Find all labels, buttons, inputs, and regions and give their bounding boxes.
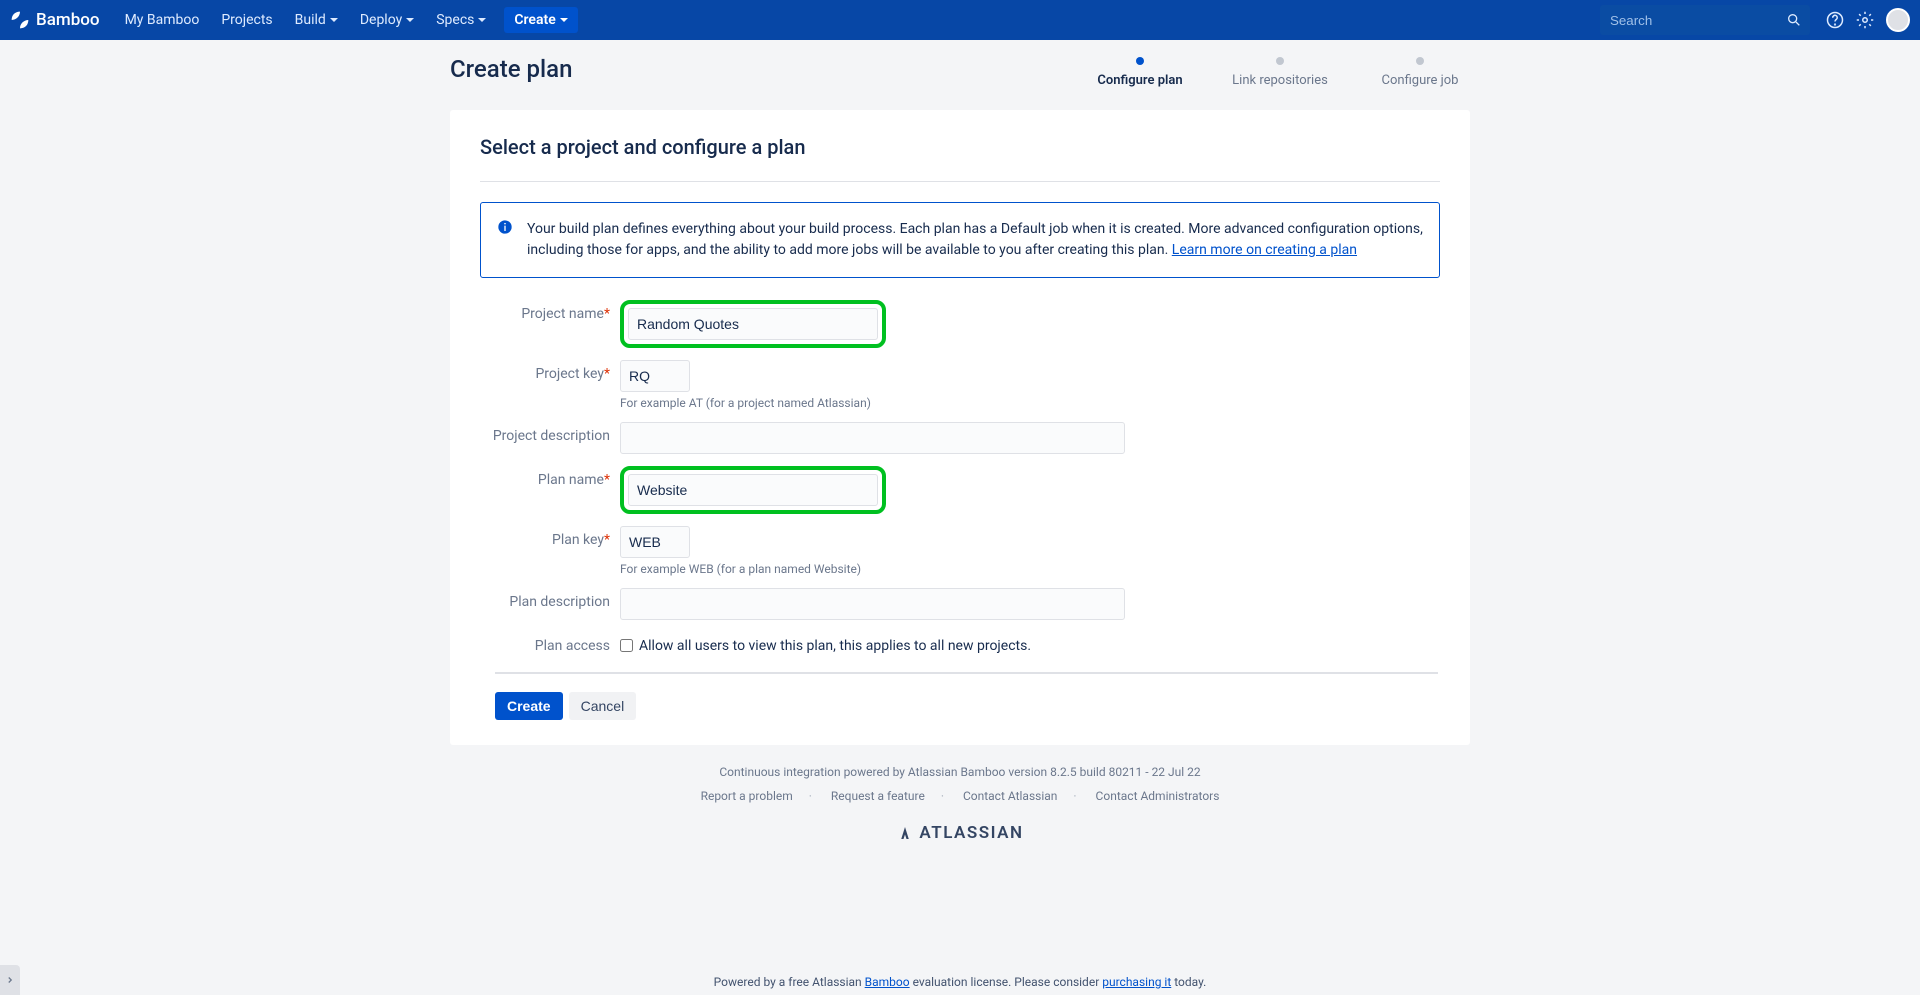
plan-access-label: Plan access	[480, 632, 620, 654]
search-icon	[1786, 12, 1802, 32]
chevron-down-icon	[406, 18, 414, 22]
chevron-down-icon	[478, 18, 486, 22]
page-title: Create plan	[450, 55, 1090, 83]
plan-name-input[interactable]	[628, 474, 878, 506]
plan-desc-label: Plan description	[480, 588, 620, 610]
cancel-button[interactable]: Cancel	[569, 692, 637, 720]
wizard-steps: Configure plan Link repositories Configu…	[1090, 57, 1470, 90]
nav-my-bamboo[interactable]: My Bamboo	[115, 6, 210, 34]
atlassian-icon	[896, 824, 914, 842]
step-dot-icon	[1416, 57, 1424, 65]
step-configure-plan[interactable]: Configure plan	[1090, 57, 1190, 90]
highlight	[620, 300, 886, 348]
footer-contact-administrators[interactable]: Contact Administrators	[1096, 789, 1220, 803]
plan-access-checkbox-label: Allow all users to view this plan, this …	[639, 638, 1031, 654]
info-icon	[497, 219, 513, 235]
project-name-input[interactable]	[628, 308, 878, 340]
info-text: Your build plan defines everything about…	[527, 219, 1423, 261]
atlassian-logo[interactable]: ATLASSIAN	[450, 823, 1470, 843]
nav-deploy[interactable]: Deploy	[350, 6, 424, 34]
project-key-label: Project key*	[480, 360, 620, 382]
nav-build[interactable]: Build	[285, 6, 348, 34]
project-desc-input[interactable]	[620, 422, 1125, 454]
project-desc-label: Project description	[480, 422, 620, 444]
divider	[480, 181, 1440, 182]
footer-text: Continuous integration powered by Atlass…	[450, 765, 1470, 779]
form-panel: Select a project and configure a plan Yo…	[450, 110, 1470, 745]
app-name: Bamboo	[36, 10, 100, 30]
step-link-repositories[interactable]: Link repositories	[1230, 57, 1330, 90]
section-title: Select a project and configure a plan	[480, 135, 1440, 159]
footer-contact-atlassian[interactable]: Contact Atlassian	[963, 789, 1057, 803]
user-avatar[interactable]	[1886, 8, 1910, 32]
project-name-label: Project name*	[480, 300, 620, 322]
bamboo-icon	[10, 10, 30, 30]
footer: Continuous integration powered by Atlass…	[450, 745, 1470, 863]
footer-links: Report a problem· Request a feature· Con…	[450, 789, 1470, 803]
highlight	[620, 466, 886, 514]
banner-purchase-link[interactable]: purchasing it	[1102, 975, 1171, 989]
plan-key-label: Plan key*	[480, 526, 620, 548]
help-button[interactable]	[1820, 5, 1850, 35]
nav-projects[interactable]: Projects	[211, 6, 282, 34]
chevron-down-icon	[330, 18, 338, 22]
gear-icon	[1856, 11, 1874, 29]
footer-report-problem[interactable]: Report a problem	[701, 789, 793, 803]
plan-desc-input[interactable]	[620, 588, 1125, 620]
learn-more-link[interactable]: Learn more on creating a plan	[1172, 242, 1357, 258]
nav-create-button[interactable]: Create	[504, 7, 577, 33]
app-logo[interactable]: Bamboo	[10, 10, 100, 30]
search-wrapper	[1600, 5, 1810, 35]
search-input[interactable]	[1600, 5, 1810, 35]
info-message: Your build plan defines everything about…	[480, 202, 1440, 278]
step-dot-icon	[1276, 57, 1284, 65]
footer-request-feature[interactable]: Request a feature	[831, 789, 925, 803]
banner-bamboo-link[interactable]: Bamboo	[865, 975, 910, 989]
plan-key-hint: For example WEB (for a plan named Websit…	[620, 562, 1440, 576]
settings-button[interactable]	[1850, 5, 1880, 35]
chevron-down-icon	[560, 18, 568, 22]
plan-access-checkbox[interactable]	[620, 639, 633, 652]
create-button[interactable]: Create	[495, 692, 563, 720]
plan-key-input[interactable]	[620, 526, 690, 558]
nav-links: My Bamboo Projects Build Deploy Specs Cr…	[115, 6, 578, 34]
help-icon	[1826, 11, 1844, 29]
step-dot-icon	[1136, 57, 1144, 65]
step-configure-job[interactable]: Configure job	[1370, 57, 1470, 90]
project-key-hint: For example AT (for a project named Atla…	[620, 396, 1440, 410]
license-banner: Powered by a free Atlassian Bamboo evalu…	[0, 975, 1920, 989]
plan-name-label: Plan name*	[480, 466, 620, 488]
project-key-input[interactable]	[620, 360, 690, 392]
top-nav: Bamboo My Bamboo Projects Build Deploy S…	[0, 0, 1920, 40]
button-bar: Create Cancel	[495, 672, 1438, 720]
nav-specs[interactable]: Specs	[426, 6, 496, 34]
